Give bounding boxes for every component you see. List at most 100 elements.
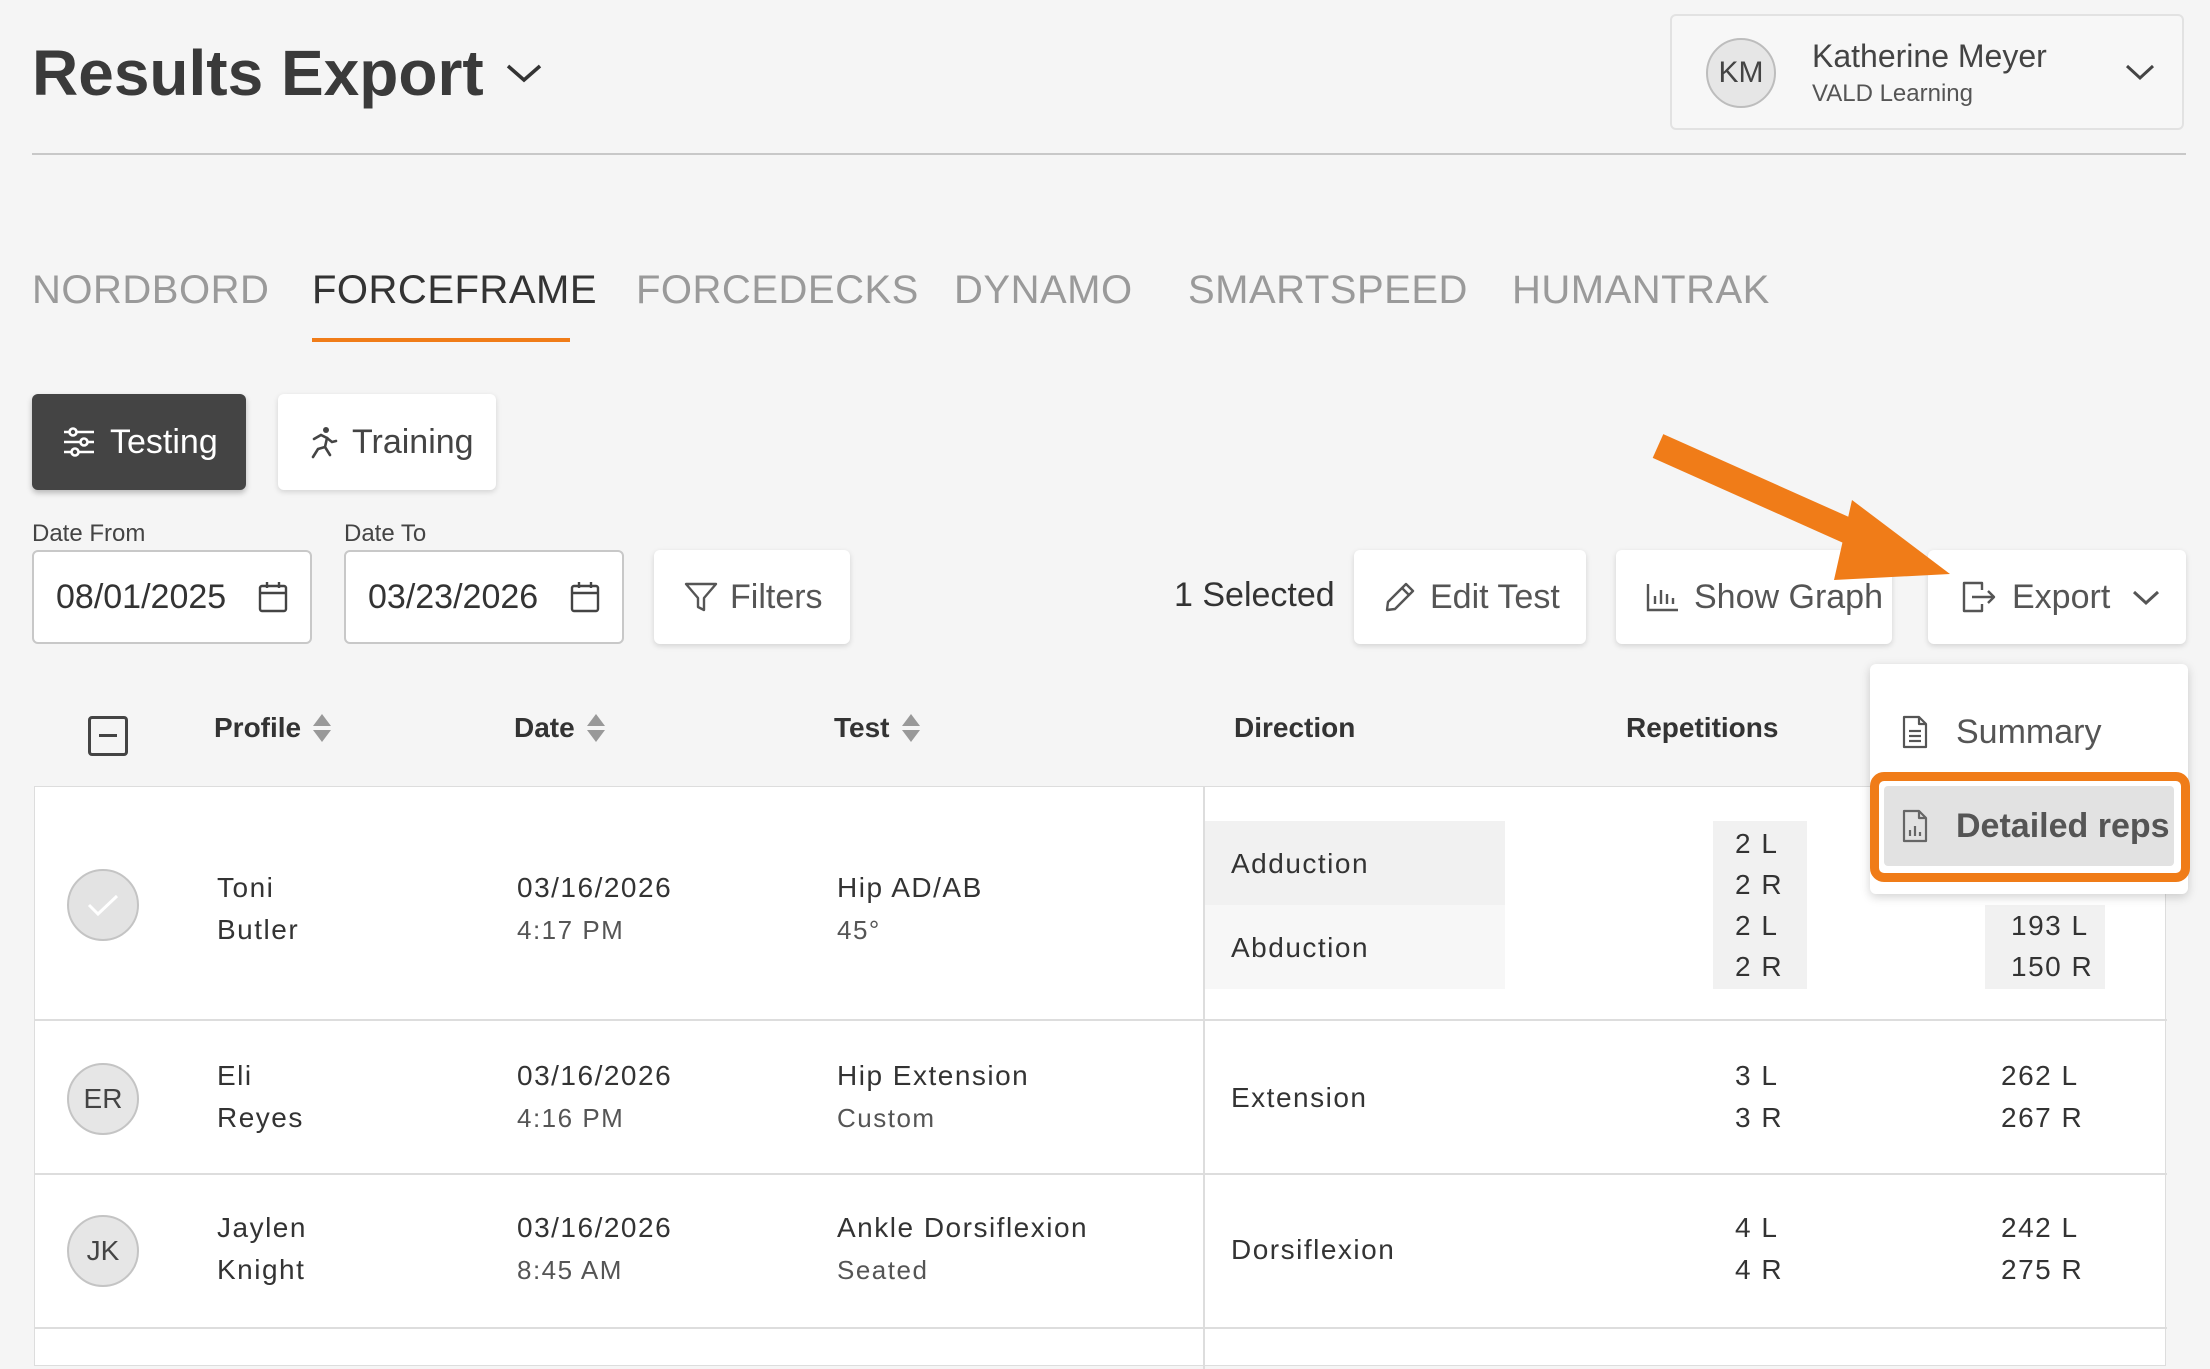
test-value: Ankle Dorsiflexion	[837, 1212, 1089, 1243]
test-variant: Seated	[837, 1255, 929, 1285]
running-person-icon	[311, 427, 338, 459]
user-menu[interactable]: KM Katherine Meyer VALD Learning	[1670, 14, 2184, 130]
filters-label: Filters	[730, 577, 823, 616]
summary-label: Summary	[1956, 712, 2102, 751]
selected-count: 1 Selected	[1174, 576, 1335, 614]
date-value: 03/16/2026	[517, 1060, 673, 1091]
column-repetitions: Repetitions	[1626, 712, 1778, 744]
chevron-down-icon[interactable]	[504, 58, 544, 88]
column-direction: Direction	[1234, 712, 1355, 744]
active-tab-indicator	[312, 338, 570, 342]
date-from-value: 08/01/2025	[56, 577, 227, 616]
direction-value: Extension	[1231, 1082, 1368, 1113]
table-row[interactable]: ER Eli Reyes 03/16/2026 4:16 PM Hip Extens…	[35, 1021, 2167, 1175]
tab-nordbord[interactable]: NORDBORD	[32, 268, 269, 313]
column-date[interactable]: Date	[514, 712, 605, 744]
last-name: Reyes	[217, 1102, 304, 1133]
avatar[interactable]: JK	[67, 1215, 139, 1287]
test-date: 03/16/2026 4:17 PM	[517, 867, 672, 951]
document-icon	[1902, 715, 1928, 749]
value-left: 242 L	[2001, 1212, 2079, 1243]
reps-left: 2 L	[1735, 828, 1779, 859]
reps-right: 4 R	[1735, 1254, 1784, 1285]
pencil-icon	[1385, 582, 1415, 612]
force-value: 193 L 150 R	[2011, 905, 2093, 987]
reps-right: 2 R	[1735, 951, 1784, 982]
value-right: 150 R	[2011, 951, 2094, 982]
test-date: 03/16/2026 8:45 AM	[517, 1207, 672, 1291]
checkmark-icon	[87, 894, 119, 917]
calendar-icon[interactable]	[570, 581, 600, 613]
table-row	[35, 1329, 2167, 1369]
reps-value: 2 L 2 R 2 L 2 R	[1735, 823, 1783, 987]
date-value: 03/16/2026	[517, 1212, 673, 1243]
last-name: Knight	[217, 1254, 306, 1285]
sliders-icon	[64, 427, 94, 457]
calendar-icon[interactable]	[258, 581, 288, 613]
reps-left: 2 L	[1735, 910, 1779, 941]
page-title: Results Export	[32, 37, 484, 109]
tab-forcedecks[interactable]: FORCEDECKS	[636, 268, 919, 313]
export-label: Export	[2012, 577, 2111, 616]
training-label: Training	[352, 422, 474, 461]
avatar[interactable]: ER	[67, 1063, 139, 1135]
reps-right: 3 R	[1735, 1102, 1784, 1133]
table-row[interactable]: Toni Butler 03/16/2026 4:17 PM Hip AD/AB 45…	[35, 787, 2167, 1021]
column-profile-label: Profile	[214, 712, 302, 743]
date-from-label: Date From	[32, 520, 146, 547]
column-profile[interactable]: Profile	[214, 712, 332, 744]
value-left: 262 L	[2001, 1060, 2079, 1091]
sort-icon	[313, 714, 332, 742]
test-value: Hip AD/AB	[837, 872, 983, 903]
date-from-field[interactable]: 08/01/2025	[32, 550, 312, 644]
training-button[interactable]: Training	[278, 394, 496, 490]
selected-check-avatar[interactable]	[67, 869, 139, 941]
column-repetitions-label: Repetitions	[1626, 712, 1779, 743]
column-test[interactable]: Test	[834, 712, 920, 744]
column-test-label: Test	[834, 712, 890, 743]
reps-left: 3 L	[1735, 1060, 1779, 1091]
tab-dynamo[interactable]: DYNAMO	[954, 268, 1133, 313]
column-divider	[1203, 1175, 1205, 1327]
test-name: Hip Extension Custom	[837, 1055, 1029, 1139]
test-date: 03/16/2026 4:16 PM	[517, 1055, 672, 1139]
direction-value: Dorsiflexion	[1231, 1234, 1396, 1265]
test-variant: Custom	[837, 1103, 936, 1133]
date-to-field[interactable]: 03/23/2026	[344, 550, 624, 644]
reps-value: 3 L3 R	[1735, 1055, 1783, 1139]
reps-left: 4 L	[1735, 1212, 1779, 1243]
filters-button[interactable]: Filters	[654, 550, 850, 644]
date-to-value: 03/23/2026	[368, 577, 539, 616]
first-name: Jaylen	[217, 1212, 307, 1243]
select-all-checkbox[interactable]	[88, 716, 128, 756]
force-value: 262 L 267 R	[2001, 1055, 2083, 1139]
testing-button[interactable]: Testing	[32, 394, 246, 490]
column-date-label: Date	[514, 712, 575, 743]
edit-test-label: Edit Test	[1430, 577, 1560, 616]
results-table: Toni Butler 03/16/2026 4:17 PM Hip AD/AB 45…	[34, 786, 2167, 1369]
profile-name[interactable]: Eli Reyes	[217, 1055, 304, 1139]
chevron-down-icon	[2125, 64, 2155, 81]
reps-value: 4 L4 R	[1735, 1207, 1783, 1291]
time-value: 4:17 PM	[517, 915, 625, 945]
last-name: Butler	[217, 914, 300, 945]
column-direction-label: Direction	[1234, 712, 1356, 743]
test-name: Ankle Dorsiflexion Seated	[837, 1207, 1088, 1291]
profile-name[interactable]: Jaylen Knight	[217, 1207, 307, 1291]
date-value: 03/16/2026	[517, 872, 673, 903]
profile-name[interactable]: Toni Butler	[217, 867, 299, 951]
direction-value: Abduction	[1231, 932, 1370, 963]
test-value: Hip Extension	[837, 1060, 1030, 1091]
sort-icon	[586, 714, 605, 742]
tab-humantrak[interactable]: HUMANTRAK	[1512, 268, 1770, 313]
table-row[interactable]: JK Jaylen Knight 03/16/2026 8:45 AM Ankle …	[35, 1175, 2167, 1329]
first-name: Toni	[217, 872, 275, 903]
tab-forceframe[interactable]: FORCEFRAME	[312, 268, 597, 313]
export-summary-item[interactable]: Summary	[1870, 692, 2188, 772]
highlight-outline	[1870, 772, 2190, 882]
edit-test-button[interactable]: Edit Test	[1354, 550, 1586, 644]
header-divider	[32, 153, 2186, 155]
user-avatar: KM	[1706, 38, 1776, 108]
value-right: 275 R	[2001, 1254, 2084, 1285]
tab-smartspeed[interactable]: SMARTSPEED	[1188, 268, 1468, 313]
